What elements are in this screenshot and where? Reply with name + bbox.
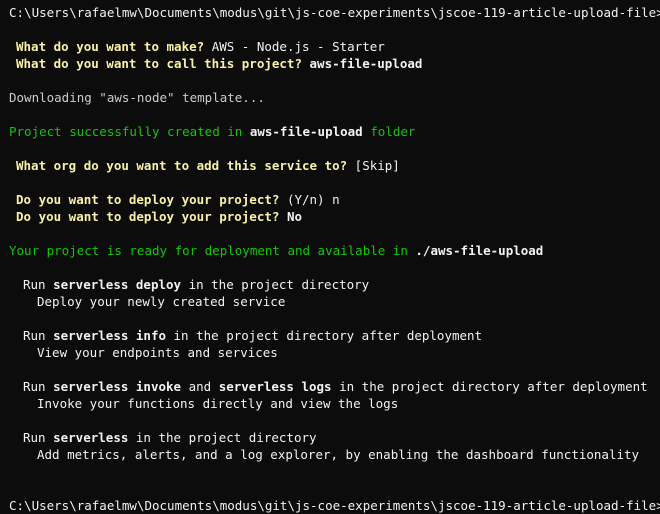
ready-prefix: Your project is ready for deployment and…: [9, 243, 408, 258]
step-run-line-3: Run serverless invoke and serverless log…: [9, 378, 660, 395]
step-text: in the project directory: [188, 277, 370, 292]
ready-line: Your project is ready for deployment and…: [9, 242, 660, 259]
question-name-label: What do you want to call this project?: [16, 56, 302, 71]
step-description-1: Deploy your newly created service: [37, 294, 286, 309]
step-run-line-2: Run serverless info in the project direc…: [9, 327, 660, 344]
step-run-line-4: Run serverless in the project directory: [9, 429, 660, 446]
step-description-2: View your endpoints and services: [37, 345, 278, 360]
ready-path: ./aws-file-upload: [415, 243, 544, 258]
created-prefix: Project successfully created in: [9, 124, 243, 139]
step-command: serverless info: [53, 328, 166, 343]
question-make-label: What do you want to make?: [16, 39, 205, 54]
step-description-3: Invoke your functions directly and view …: [37, 396, 399, 411]
question-make-line: What do you want to make? AWS - Node.js …: [9, 38, 660, 55]
question-name-line: What do you want to call this project? a…: [9, 55, 660, 72]
created-line: Project successfully created in aws-file…: [9, 123, 660, 140]
command-prompt-line-active[interactable]: C:\Users\rafaelmw\Documents\modus\git\js…: [9, 497, 660, 514]
question-deploy-label-1: Do you want to deploy your project?: [16, 192, 280, 207]
step-run-word: Run: [23, 277, 46, 292]
question-org-label: What org do you want to add this service…: [16, 158, 348, 173]
step-description-4: Add metrics, alerts, and a log explorer,…: [37, 447, 640, 462]
step-text: and: [188, 379, 212, 394]
created-project-name: aws-file-upload: [249, 124, 363, 139]
question-make-answer: AWS - Node.js - Starter: [211, 39, 385, 54]
step-command: serverless invoke: [53, 379, 182, 394]
terminal-window[interactable]: C:\Users\rafaelmw\Documents\modus\git\js…: [0, 0, 660, 514]
command-prompt-line: C:\Users\rafaelmw\Documents\modus\git\js…: [9, 5, 660, 20]
question-deploy-line-2: Do you want to deploy your project? No: [9, 208, 660, 225]
question-org-answer: [Skip]: [354, 158, 400, 173]
downloading-line: Downloading "aws-node" template...: [9, 90, 265, 105]
command-prompt-text: C:\Users\rafaelmw\Documents\modus\git\js…: [9, 498, 660, 513]
question-deploy-answer-1: (Y/n) n: [286, 192, 340, 207]
question-deploy-label-2: Do you want to deploy your project?: [16, 209, 280, 224]
question-deploy-line-1: Do you want to deploy your project? (Y/n…: [9, 191, 660, 208]
step-run-word: Run: [23, 430, 46, 445]
step-run-line-1: Run serverless deploy in the project dir…: [9, 276, 660, 293]
step-command-2: serverless logs: [218, 379, 332, 394]
created-suffix: folder: [370, 124, 416, 139]
step-tail-text: in the project directory after deploymen…: [339, 379, 648, 394]
step-text: in the project directory: [135, 430, 317, 445]
step-run-word: Run: [23, 328, 46, 343]
step-text: in the project directory after deploymen…: [173, 328, 483, 343]
question-deploy-answer-2: No: [286, 209, 302, 224]
question-name-answer: aws-file-upload: [309, 56, 423, 71]
step-command: serverless: [53, 430, 129, 445]
step-run-word: Run: [23, 379, 46, 394]
step-command: serverless deploy: [53, 277, 182, 292]
question-org-line: What org do you want to add this service…: [9, 157, 660, 174]
